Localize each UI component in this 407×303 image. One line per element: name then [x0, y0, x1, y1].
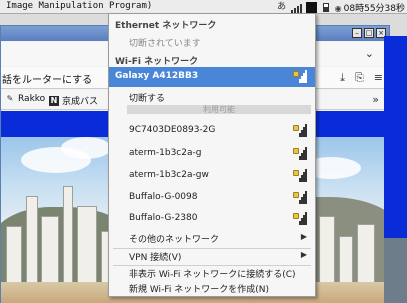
wifi-header-label: Wi-Fi ネットワーク	[115, 57, 199, 67]
wifi-network-item[interactable]: aterm-1b3c2a-gw	[109, 166, 315, 186]
ethernet-header-label: Ethernet ネットワーク	[115, 21, 217, 31]
ethernet-header: Ethernet ネットワーク	[109, 14, 315, 34]
network-name: Buffalo-G-0098	[129, 192, 198, 202]
network-name: aterm-1b3c2a-gw	[129, 170, 209, 180]
ethernet-status: 切断されています	[109, 32, 315, 52]
signal-lock-icon	[293, 191, 307, 204]
system-tray: あ 08時55分38秒	[276, 0, 407, 14]
ethernet-status-label: 切断されています	[129, 39, 201, 49]
submenu-arrow-icon: ▶	[300, 250, 307, 259]
extensions-icon[interactable]: ⎘	[355, 71, 364, 85]
wifi-network-item[interactable]: 9C7403DE0893-2G	[109, 121, 315, 141]
rakko-icon: ✎	[6, 94, 14, 103]
maximize-icon[interactable]: □	[364, 28, 374, 38]
create-network-item[interactable]: 新規 Wi-Fi ネットワークを作成(N)	[109, 278, 315, 298]
window-controls: – □ ×	[352, 28, 386, 38]
page-heading: 話をルーターにする	[2, 75, 93, 86]
wifi-network-item[interactable]: Buffalo-G-2380	[109, 209, 315, 229]
clock[interactable]: 08時55分38秒	[335, 1, 405, 14]
download-icon[interactable]: ⤓	[340, 71, 345, 85]
signal-lock-icon	[293, 212, 307, 225]
more-bookmarks-icon[interactable]: »	[372, 93, 379, 106]
network-name: Galaxy A412BB3	[115, 71, 199, 81]
page-toolbar: ⤓ ⎘ ≡	[340, 71, 383, 85]
wifi-network-item[interactable]: Buffalo-G-0098	[109, 188, 315, 208]
network-name: Buffalo-G-2380	[129, 213, 198, 223]
available-separator: 利用可能	[109, 101, 315, 117]
bookmark-rakko[interactable]: ✎ Rakko	[5, 94, 46, 104]
signal-lock-icon	[293, 124, 307, 137]
signal-lock-icon	[293, 70, 307, 83]
create-network-label: 新規 Wi-Fi ネットワークを作成(N)	[129, 285, 269, 295]
other-networks-item[interactable]: その他のネットワーク ▶	[109, 228, 315, 248]
available-label: 利用可能	[203, 105, 235, 114]
chevron-down-icon[interactable]: ⌄	[365, 47, 374, 60]
wifi-network-connected[interactable]: Galaxy A412BB3	[109, 67, 315, 87]
ime-indicator[interactable]: あ	[276, 1, 288, 13]
network-menu: Ethernet ネットワーク 切断されています Wi-Fi ネットワーク Ga…	[108, 13, 316, 297]
network-name: aterm-1b3c2a-g	[129, 148, 202, 158]
background-window-edge-lower	[384, 238, 407, 303]
vpn-label: VPN 接続(V)	[129, 253, 182, 263]
battery-icon[interactable]	[320, 1, 332, 13]
bookmark-label: 京成バス	[62, 97, 99, 107]
signal-lock-icon	[293, 169, 307, 182]
bookmark-keisei-bus[interactable]: N 京成バス	[49, 94, 98, 107]
submenu-arrow-icon: ▶	[300, 232, 307, 241]
window-title: Image Manipulation Program)	[6, 1, 153, 11]
minimize-icon[interactable]: –	[352, 28, 362, 38]
menu-icon[interactable]: ≡	[374, 71, 383, 85]
network-name: 9C7403DE0893-2G	[129, 125, 216, 135]
wifi-tray-icon[interactable]	[290, 1, 303, 13]
top-panel: Image Manipulation Program) あ 08時55分38秒	[0, 0, 407, 14]
wifi-network-item[interactable]: aterm-1b3c2a-g	[109, 144, 315, 164]
signal-lock-icon	[293, 147, 307, 160]
bookmark-label: Rakko	[18, 94, 46, 104]
keisei-icon: N	[49, 95, 59, 106]
app-tray-icon[interactable]	[305, 1, 317, 13]
other-networks-label: その他のネットワーク	[129, 235, 220, 245]
